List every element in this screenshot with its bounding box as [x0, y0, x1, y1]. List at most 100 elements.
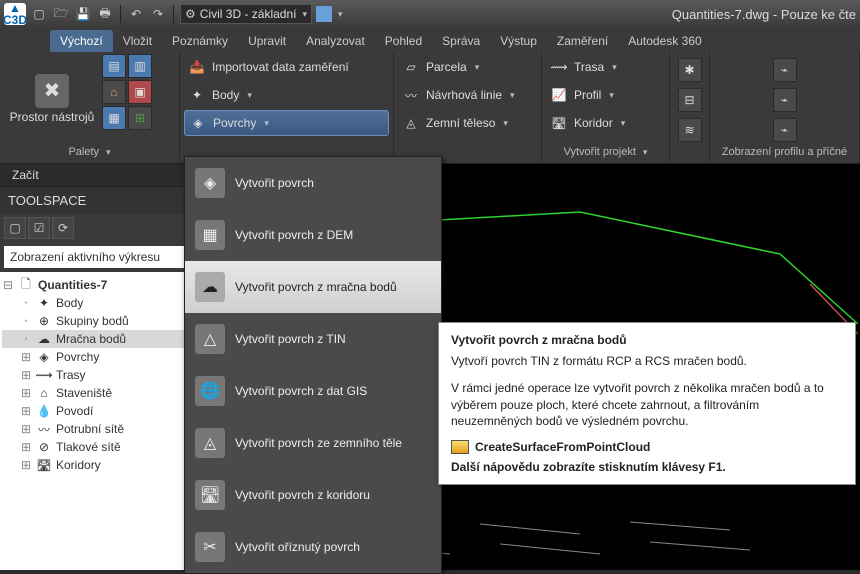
tree-item-label: Tlakové sítě [56, 440, 121, 454]
panel-title-palety[interactable]: Palety [4, 143, 175, 161]
parcel-button[interactable]: ▱Parcela▾ [398, 54, 537, 80]
qat-redo-icon[interactable]: ↷ [149, 5, 167, 23]
intersection-button[interactable]: ✱ [678, 58, 702, 82]
ts-btn-1[interactable]: ▢ [4, 217, 26, 239]
palette-btn-5[interactable]: ▦ [102, 106, 126, 130]
alignment-button[interactable]: ⟿Trasa▾ [546, 54, 665, 80]
workspace-selector[interactable]: ⚙ Civil 3D - základní ▾ [180, 4, 312, 24]
tree-item-label: Skupiny bodů [56, 314, 129, 328]
points-button[interactable]: ✦ Body ▾ [184, 82, 389, 108]
dropdown-item-icon: ☁ [195, 272, 225, 302]
profileview-button[interactable]: ⌁ [773, 58, 797, 82]
chevron-down-icon[interactable]: ▾ [338, 9, 343, 20]
dropdown-item-icon: 🛣 [195, 480, 225, 510]
tab-autodesk360[interactable]: Autodesk 360 [618, 30, 711, 52]
tab-vlozit[interactable]: Vložit [113, 30, 162, 52]
dropdown-item[interactable]: ▦ Vytvořit povrch z DEM [185, 209, 441, 261]
corridor-button[interactable]: 🛣Koridor▾ [546, 110, 665, 136]
grading-button[interactable]: ◬Zemní těleso▾ [398, 110, 537, 136]
chevron-down-icon: ▾ [264, 118, 269, 129]
dropdown-item[interactable]: ☁Vytvořit povrch z mračna bodů [185, 261, 441, 313]
palette-btn-1[interactable]: ▤ [102, 54, 126, 78]
dropdown-item[interactable]: ◈Vytvořit povrch [185, 157, 441, 209]
dropdown-item[interactable]: 🛣Vytvořit povrch z koridoru [185, 469, 441, 521]
tab-pohled[interactable]: Pohled [375, 30, 432, 52]
import-icon: 📥 [188, 58, 206, 76]
dropdown-item[interactable]: ◬Vytvořit povrch ze zemního těle [185, 417, 441, 469]
tree-item-label: Potrubní sítě [56, 422, 124, 436]
drawing-icon: 🗋 [18, 277, 34, 293]
tab-analyzovat[interactable]: Analyzovat [296, 30, 375, 52]
expander-icon[interactable]: ⊞ [20, 458, 32, 473]
title-bar: ▲C3D ▢ 🗁 💾 🖶 ↶ ↷ ⚙ Civil 3D - základní ▾… [0, 0, 860, 28]
panel-title-profileview: Zobrazení profilu a příčné [714, 143, 855, 161]
node-icon: ⊕ [36, 313, 52, 329]
panel-title-project[interactable]: Vytvořit projekt [546, 143, 665, 161]
tab-upravit[interactable]: Upravit [238, 30, 296, 52]
tab-zamereni[interactable]: Zaměření [547, 30, 618, 52]
palette-btn-6[interactable]: ⊞ [128, 106, 152, 130]
document-title: Quantities-7.dwg - Pouze ke čte [672, 7, 856, 22]
tab-vystup[interactable]: Výstup [490, 30, 547, 52]
qat-window-icon[interactable] [316, 6, 332, 22]
profile-icon: 📈 [550, 86, 568, 104]
tree-item-label: Koridory [56, 458, 101, 472]
featureline-button[interactable]: 〰Návrhová linie▾ [398, 82, 537, 108]
node-icon: 🛣 [36, 457, 52, 473]
surfaces-dropdown: ◈Vytvořit povrch ▦ Vytvořit povrch z DEM ☁V… [184, 156, 442, 574]
toolspace-icon: ✖ [35, 74, 69, 108]
ts-btn-3[interactable]: ⟳ [52, 217, 74, 239]
expander-icon[interactable]: · [20, 314, 32, 328]
palette-btn-2[interactable]: ▥ [128, 54, 152, 78]
ts-btn-2[interactable]: ☑ [28, 217, 50, 239]
dropdown-item[interactable]: ✂Vytvořit oříznutý povrch [185, 521, 441, 573]
sampleline-button[interactable]: ⌁ [773, 118, 797, 142]
qat-saveas-icon[interactable]: 🖶 [96, 5, 114, 23]
expander-icon[interactable]: ⊞ [20, 422, 32, 437]
tooltip-line1: Vytvoří povrch TIN z formátu RCP a RCS m… [451, 353, 843, 370]
surfaces-button[interactable]: ◈ Povrchy ▾ [184, 110, 389, 136]
import-survey-button[interactable]: 📥 Importovat data zaměření [184, 54, 389, 80]
expander-icon[interactable]: ⊞ [20, 386, 32, 401]
featureline-icon: 〰 [402, 86, 420, 104]
tree-item-label: Trasy [56, 368, 86, 382]
node-icon: ⊘ [36, 439, 52, 455]
expander-icon[interactable]: · [20, 296, 32, 310]
toolspace-button-label: Prostor nástrojů [10, 110, 95, 124]
qat-open-icon[interactable]: 🗁 [52, 5, 70, 23]
app-icon: ▲C3D [4, 3, 26, 25]
tooltip-command: CreateSurfaceFromPointCloud [451, 440, 843, 454]
node-icon: ☁ [36, 331, 52, 347]
surfaces-label: Povrchy [213, 116, 256, 130]
alignment-icon: ⟿ [550, 58, 568, 76]
profile-button[interactable]: 📈Profil▾ [546, 82, 665, 108]
qat-save-icon[interactable]: 💾 [74, 5, 92, 23]
tab-poznamky[interactable]: Poznámky [162, 30, 238, 52]
pipe-button[interactable]: ≋ [678, 118, 702, 142]
sectionview-button[interactable]: ⌁ [773, 88, 797, 112]
dropdown-item-icon: ▦ [195, 220, 225, 250]
dropdown-item[interactable]: 🌐Vytvořit povrch z dat GIS [185, 365, 441, 417]
dropdown-item[interactable]: △Vytvořit povrch z TIN [185, 313, 441, 365]
tooltip: Vytvořit povrch z mračna bodů Vytvoří po… [438, 322, 856, 485]
ribbon: ✖ Prostor nástrojů ▤ ▥ ⌂ ▣ ▦ ⊞ Palety 📥 … [0, 52, 860, 164]
expander-icon[interactable]: ⊞ [20, 440, 32, 455]
dropdown-item-label: Vytvořit povrch z DEM [235, 228, 353, 242]
expander-icon[interactable]: ⊟ [2, 278, 14, 293]
toolspace-button[interactable]: ✖ Prostor nástrojů [4, 54, 100, 143]
ribbon-tabs: Výchozí Vložit Poznámky Upravit Analyzov… [0, 28, 860, 52]
tab-sprava[interactable]: Správa [432, 30, 490, 52]
qat-new-icon[interactable]: ▢ [30, 5, 48, 23]
expander-icon[interactable]: ⊞ [20, 368, 32, 383]
assembly-button[interactable]: ⊟ [678, 88, 702, 112]
expander-icon[interactable]: · [20, 332, 32, 346]
palette-btn-3[interactable]: ⌂ [102, 80, 126, 104]
gear-icon: ⚙ [185, 7, 196, 21]
palette-btn-4[interactable]: ▣ [128, 80, 152, 104]
dropdown-item-icon: △ [195, 324, 225, 354]
workspace-label: Civil 3D - základní [200, 7, 297, 21]
tab-vychozi[interactable]: Výchozí [50, 30, 113, 52]
qat-undo-icon[interactable]: ↶ [127, 5, 145, 23]
expander-icon[interactable]: ⊞ [20, 404, 32, 419]
expander-icon[interactable]: ⊞ [20, 350, 32, 365]
